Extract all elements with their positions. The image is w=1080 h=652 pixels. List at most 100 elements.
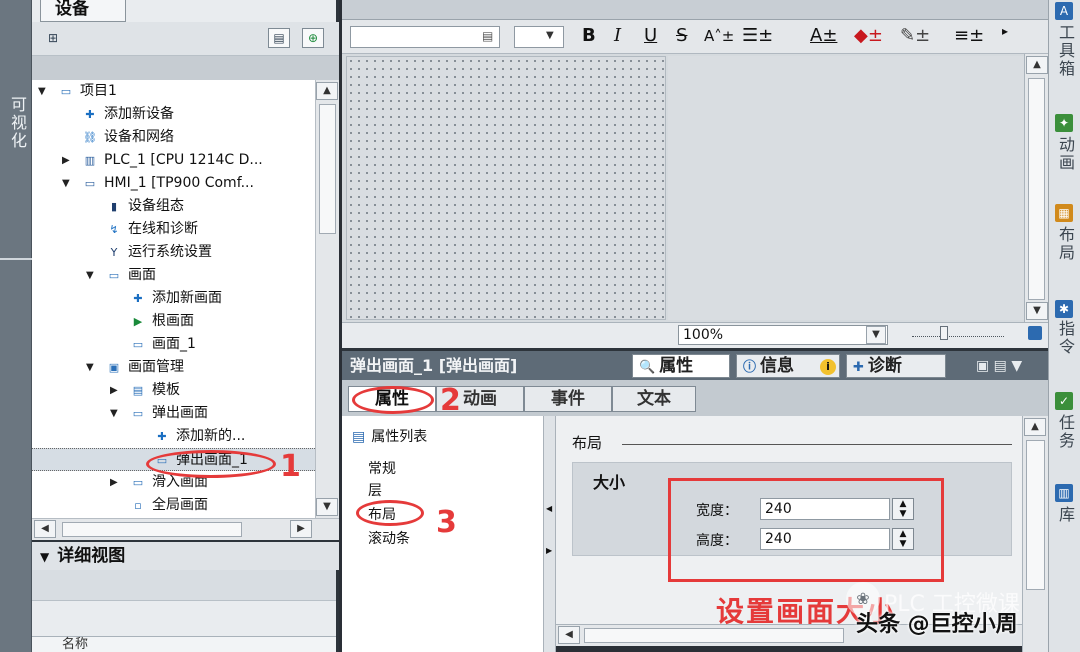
tree-item[interactable]: ▶ ▥ PLC_1 [CPU 1214C D...: [32, 149, 315, 172]
canvas-scroll-thumb[interactable]: [1028, 78, 1045, 300]
dock-instructions[interactable]: 指令: [1053, 320, 1077, 356]
zoom-select[interactable]: 100%: [678, 325, 888, 345]
fit-view-icon[interactable]: [1028, 326, 1042, 340]
property-item-layer[interactable]: 层: [368, 480, 382, 500]
layout-icon[interactable]: ▦: [1055, 204, 1073, 222]
tab-properties[interactable]: 🔍 属性: [632, 354, 730, 378]
expand-arrow-icon[interactable]: ▶: [110, 471, 118, 494]
tree-item[interactable]: ▮ 设备组态: [32, 195, 315, 218]
tree-grid-icon[interactable]: ⊞: [42, 29, 64, 49]
font-name-field[interactable]: [350, 26, 500, 48]
zoom-slider[interactable]: [912, 333, 1004, 337]
inspector-title: 弹出画面_1 [弹出画面]: [350, 356, 518, 375]
collapse-arrow-icon[interactable]: ▼: [38, 80, 46, 103]
collapse-arrow-icon[interactable]: ▼: [110, 402, 118, 425]
inspector-hscroll-thumb[interactable]: [584, 628, 844, 643]
expand-arrow-icon[interactable]: ▶: [62, 149, 70, 172]
toolbox-icon[interactable]: A: [1055, 2, 1073, 20]
zoom-slider-thumb[interactable]: [940, 326, 948, 340]
property-item-general[interactable]: 常规: [368, 458, 396, 478]
popup-screen-canvas[interactable]: [346, 56, 666, 320]
collapse-arrow-icon[interactable]: ▼: [86, 356, 94, 379]
tree-vertical-scrollbar[interactable]: ▲ ▼: [315, 80, 339, 518]
tree-item[interactable]: ▭ 画面_1: [32, 333, 315, 356]
font-list-icon[interactable]: ▤: [482, 29, 493, 43]
property-item-scrollbar[interactable]: 滚动条: [368, 528, 410, 548]
tree-item[interactable]: ✚ 添加新设备: [32, 103, 315, 126]
tree-item[interactable]: ▶ 根画面: [32, 310, 315, 333]
instructions-icon[interactable]: ✱: [1055, 300, 1073, 318]
scroll-up-icon[interactable]: ▲: [316, 82, 338, 100]
tree-item[interactable]: ▼ ▭ 弹出画面: [32, 402, 315, 425]
dock-library[interactable]: 库: [1053, 506, 1077, 524]
tree-view-icon[interactable]: ▤: [268, 28, 290, 48]
inspector-window-controls-icon[interactable]: ▣ ▤ ▼: [976, 358, 1022, 374]
scroll-left-icon[interactable]: ◀: [34, 520, 56, 538]
details-name-column[interactable]: 名称: [32, 636, 336, 652]
animation-icon[interactable]: ✦: [1055, 114, 1073, 132]
dock-layout[interactable]: 布局: [1053, 226, 1077, 262]
screen-management-icon: ▣: [108, 361, 120, 374]
collapse-arrow-icon[interactable]: ▼: [62, 172, 70, 195]
strikethrough-button[interactable]: S: [676, 25, 687, 46]
tree-item[interactable]: ⛓ 设备和网络: [32, 126, 315, 149]
splitter-arrow-right-icon[interactable]: ▶: [546, 546, 552, 555]
font-size-field[interactable]: [514, 26, 564, 48]
tree-hscroll-thumb[interactable]: [62, 522, 242, 537]
subtab-texts[interactable]: 文本: [612, 386, 696, 412]
italic-button[interactable]: I: [614, 25, 621, 46]
tab-diagnostics[interactable]: ✚ 诊断: [846, 354, 946, 378]
splitter-arrow-icon[interactable]: ◀: [546, 504, 552, 513]
tree-item[interactable]: ▼ ▭ 画面: [32, 264, 315, 287]
inspector-splitter[interactable]: ◀ ▶: [544, 416, 556, 652]
line-color-icon[interactable]: ✎±: [900, 25, 930, 46]
tree-item[interactable]: ▼ ▣ 画面管理: [32, 356, 315, 379]
scroll-right-icon[interactable]: ▶: [290, 520, 312, 538]
tree-item[interactable]: ✚ 添加新的...: [32, 425, 315, 448]
canvas-scroll-down-icon[interactable]: ▼: [1026, 302, 1048, 320]
canvas-vertical-scrollbar[interactable]: ▲ ▼: [1024, 54, 1048, 322]
library-icon[interactable]: ▥: [1055, 484, 1073, 502]
fill-color-icon[interactable]: ◆±: [854, 25, 883, 46]
devices-tab[interactable]: 设备: [40, 0, 126, 22]
text-color-icon[interactable]: A±: [810, 25, 837, 46]
toolbar-overflow-icon[interactable]: ▸: [1002, 24, 1008, 38]
scroll-down-icon[interactable]: ▼: [316, 498, 338, 516]
tree-item[interactable]: ▫ 全局画面: [32, 494, 315, 517]
dock-tasks[interactable]: 任务: [1053, 414, 1077, 450]
tree-item[interactable]: ▶ ▤ 模板: [32, 379, 315, 402]
canvas-scroll-up-icon[interactable]: ▲: [1026, 56, 1048, 74]
underline-button[interactable]: U: [644, 25, 657, 46]
inspector-vertical-scrollbar[interactable]: ▲: [1022, 416, 1048, 652]
tree-item[interactable]: Y 运行系统设置: [32, 241, 315, 264]
inspector-scroll-up-icon[interactable]: ▲: [1024, 418, 1046, 436]
annotation-number-2: 2: [440, 383, 461, 418]
details-view-header[interactable]: ▼ 详细视图: [32, 540, 339, 570]
bold-button[interactable]: B: [582, 25, 596, 46]
tree-item[interactable]: ▼ ▭ HMI_1 [TP900 Comf...: [32, 172, 315, 195]
font-size-dropdown-icon[interactable]: ▼: [546, 30, 554, 41]
tree-item[interactable]: ▼ ▭ 项目1: [32, 80, 315, 103]
collapse-arrow-icon[interactable]: ▼: [86, 264, 94, 287]
tree-scroll-thumb[interactable]: [319, 104, 336, 234]
line-style-icon[interactable]: ≡±: [954, 25, 984, 46]
inspector-scroll-left-icon[interactable]: ◀: [558, 626, 580, 644]
expand-arrow-icon[interactable]: ▶: [110, 379, 118, 402]
dock-toolbox[interactable]: 工具箱: [1053, 24, 1077, 78]
tree-add-icon[interactable]: ⊕: [302, 28, 324, 48]
tasks-icon[interactable]: ✓: [1055, 392, 1073, 410]
tree-horizontal-scrollbar[interactable]: ◀ ▶: [32, 518, 339, 540]
subtab-events[interactable]: 事件: [524, 386, 612, 412]
font-size-grow-icon[interactable]: A˄±: [704, 27, 734, 45]
root-screen-icon: ▶: [133, 315, 143, 328]
tree-item[interactable]: ↯ 在线和诊断: [32, 218, 315, 241]
tree-item-label: 全局画面: [152, 497, 208, 513]
tree-item[interactable]: ✚ 添加新画面: [32, 287, 315, 310]
zoom-dropdown-icon[interactable]: ▼: [866, 326, 886, 344]
property-list-header[interactable]: ▤ 属性列表: [352, 426, 427, 446]
align-icon[interactable]: ☰±: [742, 25, 773, 46]
visualization-strip[interactable]: 可视化: [0, 0, 32, 652]
chevron-down-icon[interactable]: ▼: [40, 550, 49, 564]
dock-animation[interactable]: 动画: [1053, 136, 1077, 172]
inspector-scroll-thumb[interactable]: [1026, 440, 1045, 590]
